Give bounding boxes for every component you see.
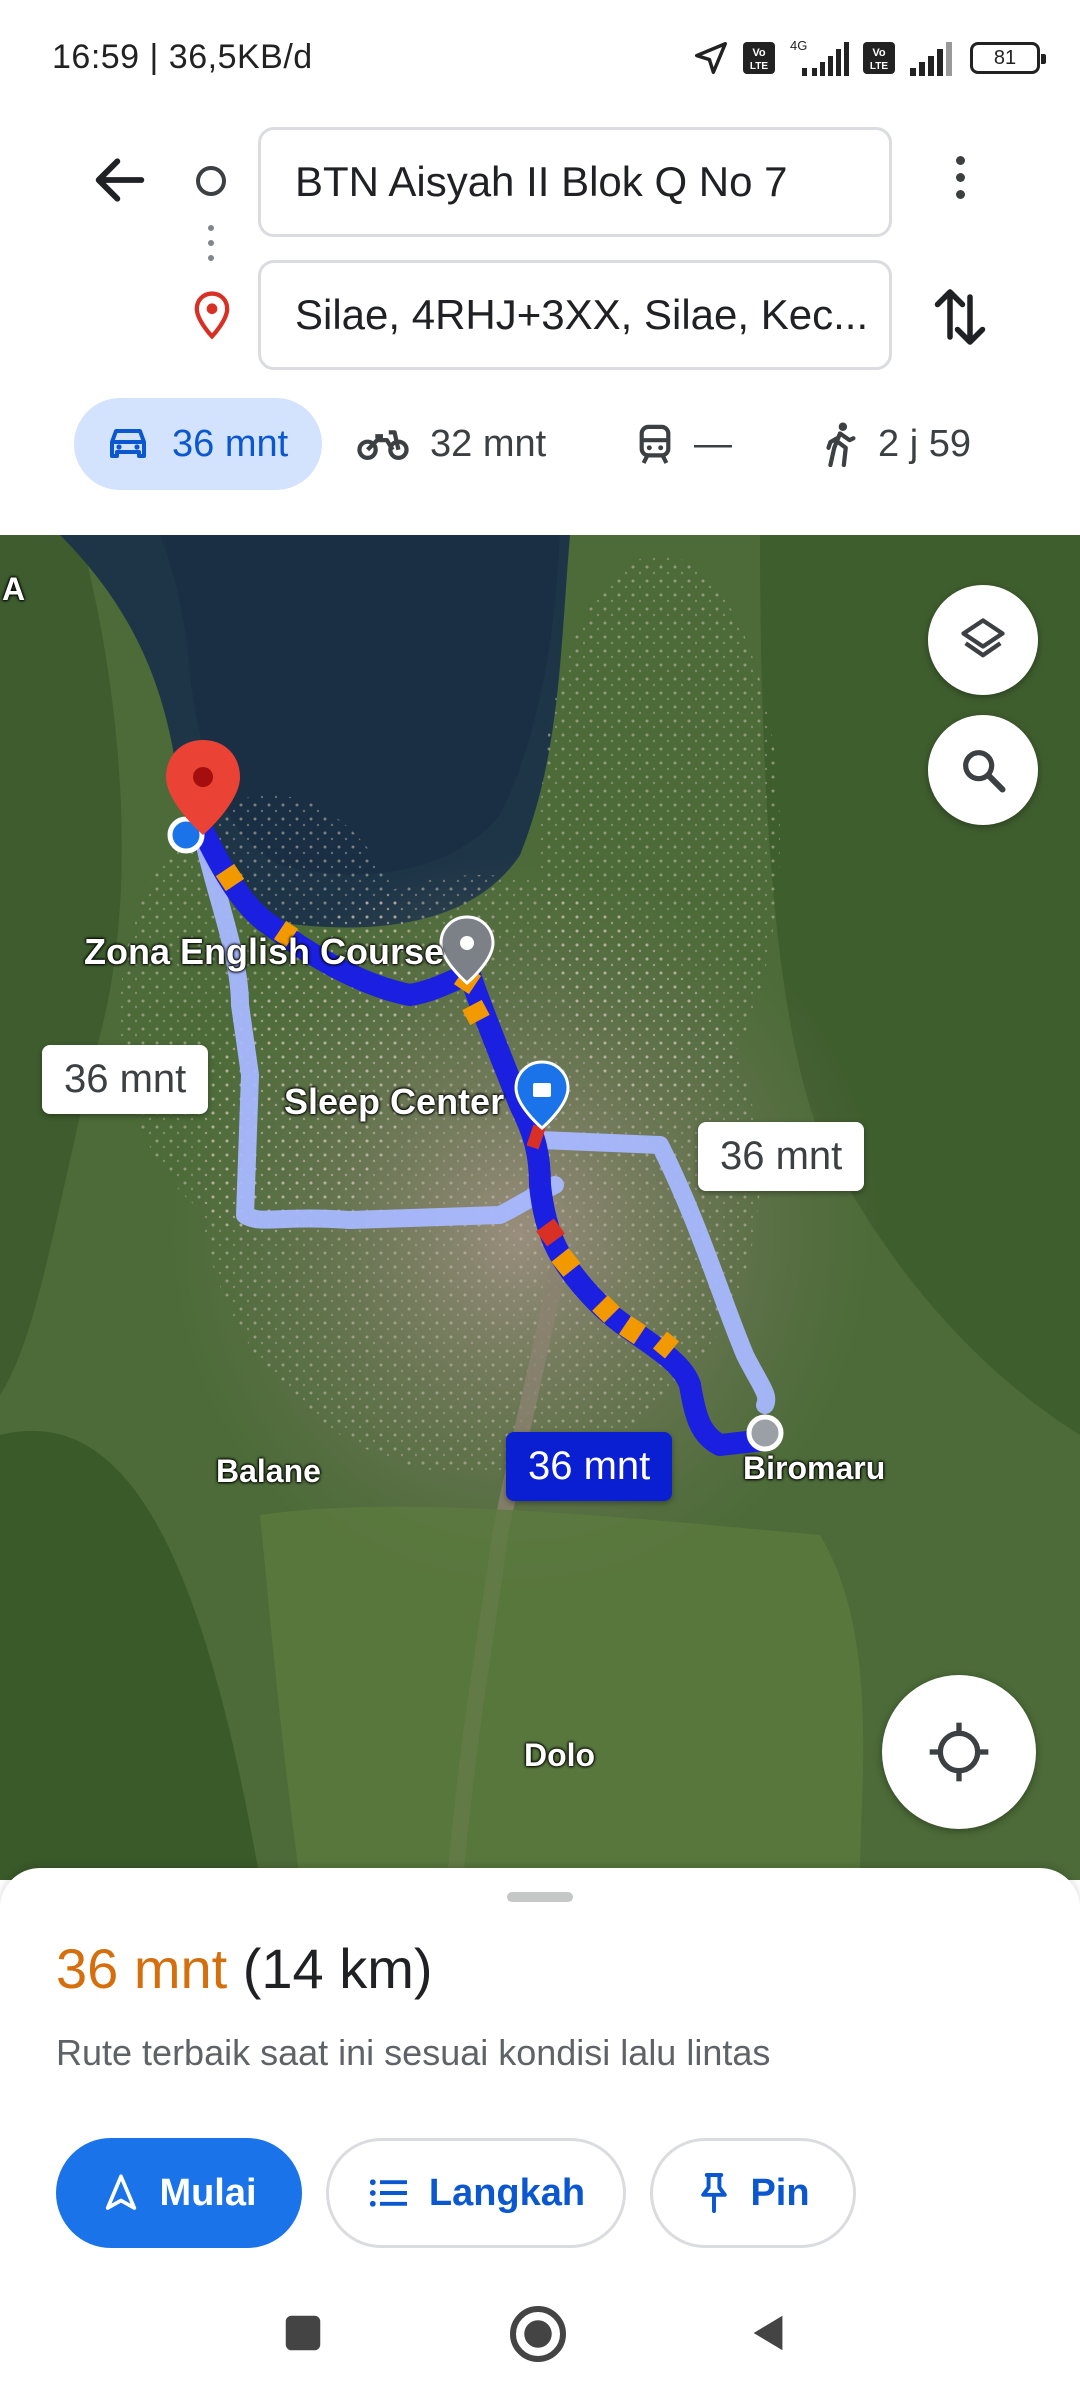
- route-connector: [208, 225, 214, 273]
- status-icons: Vo LTE 4G Vo LTE 81: [692, 34, 1046, 82]
- route-callout-active[interactable]: 36 mnt: [506, 1432, 673, 1501]
- pushpin-icon: [701, 2173, 728, 2213]
- walk-icon: [826, 422, 856, 467]
- layers-icon: [961, 618, 1005, 658]
- steps-label: Langkah: [428, 2171, 586, 2214]
- svg-text:Vo: Vo: [752, 47, 766, 59]
- route-description: Rute terbaik saat ini sesuai kondisi lal…: [56, 2032, 771, 2073]
- mode-walk-tab[interactable]: 2 j 59: [822, 398, 971, 490]
- place-sleep-center[interactable]: Sleep Center: [284, 1081, 504, 1123]
- place-zona-english-course[interactable]: Zona English Course: [84, 931, 444, 973]
- signal-icon: [910, 42, 952, 76]
- mode-transit-tab[interactable]: —: [636, 398, 732, 490]
- search-icon: [963, 750, 1006, 793]
- car-icon: [110, 429, 146, 458]
- destination-input[interactable]: Silae, 4RHJ+3XX, Silae, Kec...: [258, 260, 892, 370]
- steps-button[interactable]: Langkah: [326, 2138, 626, 2248]
- route-callout-left[interactable]: 36 mnt: [42, 1045, 209, 1114]
- my-location-button[interactable]: [882, 1675, 1036, 1829]
- map-terrain: [0, 535, 1080, 1880]
- train-icon: [639, 424, 671, 464]
- map-view[interactable]: A Zona English Course Sleep Center Balan…: [0, 535, 1080, 1880]
- mode-motorcycle-label: 32 mnt: [430, 422, 547, 465]
- recents-square-icon[interactable]: [280, 2310, 326, 2356]
- battery-icon: 81: [970, 42, 1046, 74]
- sheet-drag-handle[interactable]: [507, 1892, 573, 1902]
- travel-mode-tabs: 36 mnt 32 mnt — 2 j 59: [0, 398, 1080, 496]
- signal-4g-icon: 4G: [790, 38, 849, 76]
- map-edge-label: A: [2, 571, 26, 607]
- svg-text:LTE: LTE: [870, 61, 888, 72]
- start-label: Mulai: [159, 2171, 257, 2214]
- back-triangle-icon[interactable]: [746, 2310, 792, 2356]
- location-arrow-icon: [695, 42, 727, 74]
- place-biromaru: Biromaru: [743, 1450, 886, 1486]
- motorcycle-icon: [357, 430, 409, 461]
- pin-label: Pin: [750, 2171, 810, 2214]
- place-dolo: Dolo: [524, 1737, 596, 1773]
- status-bar: 16:59 | 36,5KB/d Vo LTE 4G Vo LTE 81: [0, 0, 1080, 120]
- layers-button[interactable]: [928, 585, 1038, 695]
- navigation-arrow-icon: [106, 2174, 137, 2210]
- volte-icon: Vo LTE: [743, 42, 775, 74]
- volte-icon-2: Vo LTE: [863, 42, 895, 74]
- mode-transit-label: —: [694, 422, 732, 465]
- svg-text:LTE: LTE: [750, 61, 768, 72]
- mode-walk-label: 2 j 59: [878, 422, 971, 465]
- mode-car-label: 36 mnt: [172, 422, 289, 465]
- list-icon: [369, 2179, 407, 2207]
- destination-pin-icon: [194, 291, 230, 340]
- home-circle-icon[interactable]: [508, 2304, 568, 2364]
- route-eta: 36 mnt: [56, 1937, 228, 2000]
- more-options-icon[interactable]: [940, 150, 980, 214]
- search-along-route-button[interactable]: [928, 715, 1038, 825]
- start-button[interactable]: Mulai: [56, 2138, 302, 2248]
- mode-motorcycle-tab[interactable]: 32 mnt: [356, 398, 546, 490]
- battery-level: 81: [993, 46, 1017, 69]
- system-nav-bar: [0, 2280, 1080, 2400]
- status-time: 16:59 | 36,5KB/d: [52, 38, 313, 76]
- my-location-icon: [929, 1722, 989, 1782]
- pin-button[interactable]: Pin: [650, 2138, 856, 2248]
- origin-input[interactable]: BTN Aisyah II Blok Q No 7: [258, 127, 892, 237]
- origin-circle-icon: [196, 166, 226, 196]
- swap-icon[interactable]: [930, 282, 990, 352]
- back-arrow-icon[interactable]: [88, 148, 152, 212]
- route-distance: (14 km): [242, 1937, 433, 2000]
- route-summary: 36 mnt (14 km): [56, 1936, 433, 2001]
- route-callout-right[interactable]: 36 mnt: [698, 1122, 865, 1191]
- svg-text:4G: 4G: [790, 38, 807, 53]
- svg-text:Vo: Vo: [872, 47, 886, 59]
- place-balane: Balane: [216, 1453, 321, 1489]
- mode-car-tab[interactable]: 36 mnt: [74, 398, 322, 490]
